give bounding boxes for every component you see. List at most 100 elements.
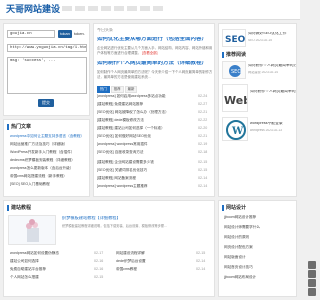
nav-item[interactable]: [114, 6, 124, 11]
api-input[interactable]: http://www.yoguojia.cn/tag/1.html: [7, 44, 87, 52]
list-date: 02-15: [196, 251, 206, 255]
list-item[interactable]: 网站设计的原则: [224, 235, 286, 239]
more-link[interactable]: [查看全部]: [142, 51, 157, 55]
tutorial-panel: 建站教程 织梦模板建站教程【详细教程】 织梦模板建站教程详细说明，包括下载安装、…: [3, 200, 215, 297]
design-section-title: 网站设计: [222, 205, 246, 211]
nav-item[interactable]: [153, 6, 163, 11]
main-nav: [62, 6, 163, 11]
site-logo[interactable]: 天哥网站建设: [6, 2, 60, 15]
card-title[interactable]: 如何制作个人网页最简单的方法: [248, 64, 296, 68]
tab-recommend[interactable]: 推荐: [110, 86, 124, 93]
list-item[interactable]: [SEO优化] 如何做好网站SEO优化: [97, 134, 193, 138]
tab-latest[interactable]: 最新: [124, 86, 138, 93]
list-item[interactable]: dede织梦后台设置: [116, 259, 186, 263]
list-date: 02-21: [198, 110, 208, 114]
list-item[interactable]: 帝国cms教程: [116, 267, 186, 271]
list-item[interactable]: [SEO优化] 网站被降权了怎么办（处理方法）: [97, 110, 193, 114]
list-item[interactable]: 帝国cms网站搭建流程（新手教程）: [10, 174, 88, 178]
share-icon[interactable]: [308, 270, 316, 278]
list-item[interactable]: dedecms织梦模板安装教程（详细教程）: [10, 158, 88, 162]
list-item[interactable]: wordpress怎么更新版本（含后台升级）: [10, 166, 88, 170]
nav-item[interactable]: [101, 6, 111, 11]
list-item[interactable]: 网页设计配色方案: [224, 245, 286, 249]
list-item[interactable]: 个人网站怎么搭建: [10, 275, 90, 279]
list-date: 02-27: [198, 102, 208, 106]
feature-title[interactable]: 织梦模板建站教程【详细教程】: [62, 216, 212, 220]
back-to-top-icon[interactable]: [308, 261, 316, 269]
card-title[interactable]: wordpress不能登录: [250, 122, 296, 126]
featured-label: 今日头条: [97, 28, 113, 32]
list-item[interactable]: [SEO优化] 关键词排名优化技巧: [97, 168, 193, 172]
svg-text:SEO: SEO: [225, 35, 246, 45]
list-item[interactable]: [wordpress] wordpress常用插件: [97, 142, 193, 146]
right-section-title: 推荐阅读: [222, 52, 246, 58]
list-date: 02-20: [198, 126, 208, 130]
svg-text:Web: Web: [224, 94, 248, 107]
token-label: token.: [74, 32, 85, 36]
list-item[interactable]: 网站版面设计: [224, 255, 286, 259]
featured-title-2[interactable]: 如何制作个人网页最简单的方法（详细教程）: [97, 61, 213, 67]
list-date: 02-24: [198, 94, 208, 98]
list-item[interactable]: [建站教程] dede模板修改方法: [97, 118, 193, 122]
featured-desc: 企业网站进行优化主要从几个方面入手，网站结构、网站内容、网站外链和用户体验等方面…: [97, 46, 213, 60]
list-date: 02-14: [198, 176, 208, 180]
feature-desc: 织梦模板建站教程详细说明，包括下载安装、后台设置、模板修改等步骤...: [62, 224, 167, 228]
nav-item[interactable]: [88, 6, 98, 11]
list-item[interactable]: 网站首页设计技巧: [224, 265, 286, 269]
wordpress-thumbnail[interactable]: W: [222, 117, 248, 141]
list-item[interactable]: wordpress中如何让主题支持多语言（含教程）: [10, 134, 88, 138]
list-date: 02-16: [94, 259, 104, 263]
card-meta: SEO 2023-02-15: [248, 39, 272, 42]
card-title[interactable]: 如何制作个人网页最简单的方法: [250, 90, 296, 94]
token-button[interactable]: tokan: [58, 30, 72, 38]
list-item[interactable]: [wordpress] 如何启用wordpress多站点功能: [97, 94, 193, 98]
nav-item[interactable]: [62, 6, 72, 11]
tab-hot[interactable]: 热门: [97, 86, 110, 93]
list-date: 02-15: [198, 168, 208, 172]
list-item[interactable]: jjboom网站设计推荐: [224, 215, 286, 219]
design-panel: 网站设计 jjboom网站设计推荐 网站设计师需要学什么 网站设计的原则 网页设…: [218, 200, 297, 297]
list-date: 02-15: [94, 275, 104, 279]
list-item[interactable]: 网站建设流程详解: [116, 251, 186, 255]
list-item[interactable]: 建站公司如何选择: [10, 259, 90, 263]
list-date: 02-17: [94, 251, 104, 255]
list-item[interactable]: [wordpress] wordpress主题推荐: [97, 184, 193, 188]
list-item[interactable]: 免费自助建站平台推荐: [10, 267, 90, 271]
nav-item[interactable]: [127, 6, 137, 11]
result-text: msg: 'success', ...: [10, 59, 56, 63]
list-item[interactable]: [SEO优化] 百度收录查询方法: [97, 150, 193, 154]
list-item[interactable]: 网站运营推广方法及技巧（详细版）: [10, 142, 88, 146]
seo-thumbnail[interactable]: SEO: [222, 29, 246, 47]
list-date: 02-18: [198, 150, 208, 154]
contact-icon[interactable]: [308, 288, 316, 296]
list-item[interactable]: WordPress开发新手入门教程（含插件）: [10, 150, 88, 154]
list-item[interactable]: [建站教程] 企业网站建设需要多少钱: [97, 160, 193, 164]
list-item[interactable]: [建站教程] 建站公司如何选择（一个标准）: [97, 126, 193, 130]
submit-button[interactable]: 提交: [38, 99, 54, 107]
list-date: 02-21: [198, 134, 208, 138]
seo-logo-icon: SEO: [225, 35, 246, 45]
hot-tabs: 热门 推荐 最新: [97, 86, 138, 93]
flower-image: [9, 216, 55, 244]
feature-thumbnail[interactable]: [8, 215, 56, 245]
featured-title[interactable]: 如何优化主要从哪方面进行（包括全面内容）: [97, 37, 213, 43]
list-item[interactable]: wordpress网站如何设置伪静态: [10, 251, 90, 255]
svg-text:SEO: SEO: [231, 69, 241, 75]
list-date: 02-14: [196, 267, 206, 271]
card-title[interactable]: 如何做好SEO优化工作: [248, 32, 296, 36]
featured-desc-2: 如何制作个人网页最简单的方法呢？今天来介绍一下个人网页最简单的制作方法，最简单的…: [97, 70, 213, 79]
nav-item[interactable]: [75, 6, 85, 11]
url-input[interactable]: goujia.cn: [7, 30, 55, 38]
tutorial-section-title: 建站教程: [7, 205, 31, 211]
seo-thumbnail-2[interactable]: SEO: [222, 61, 246, 79]
list-item[interactable]: 网站设计师需要学什么: [224, 225, 286, 229]
list-item[interactable]: [SEO] SEO入门基础教程: [10, 182, 88, 186]
qrcode-icon[interactable]: [308, 279, 316, 287]
list-item[interactable]: [建站教程] 网站备案流程: [97, 176, 193, 180]
list-item[interactable]: [建站教程] 免费建站网站推荐: [97, 102, 193, 106]
featured-panel: 今日头条 如何优化主要从哪方面进行（包括全面内容） 企业网站进行优化主要从几个方…: [93, 23, 215, 197]
list-item[interactable]: jjboom网站布局设计: [224, 275, 286, 279]
nav-item[interactable]: [140, 6, 150, 11]
result-textarea[interactable]: msg: 'success', ...: [7, 57, 87, 94]
web-thumbnail[interactable]: Web: [222, 84, 248, 112]
